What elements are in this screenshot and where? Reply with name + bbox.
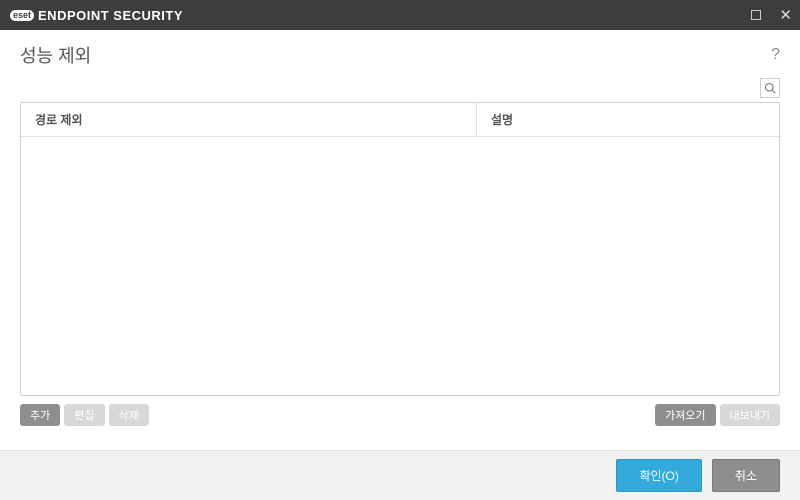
page-title: 성능 제외 <box>20 42 91 68</box>
app-title: ENDPOINT SECURITY <box>38 8 183 23</box>
action-row: 추가 편집 삭제 가져오기 내보내기 <box>20 404 780 426</box>
ok-button[interactable]: 확인(O) <box>616 459 701 492</box>
content: 경로 제외 설명 추가 편집 삭제 가져오기 내보내기 <box>0 74 800 426</box>
action-right: 가져오기 내보내기 <box>655 404 780 426</box>
search-icon <box>764 82 776 94</box>
column-path[interactable]: 경로 제외 <box>21 103 477 136</box>
action-left: 추가 편집 삭제 <box>20 404 149 426</box>
export-button: 내보내기 <box>720 404 780 426</box>
brand-badge: eset <box>10 10 34 21</box>
footer: 확인(O) 취소 <box>0 450 800 500</box>
table-body[interactable] <box>21 137 779 395</box>
add-button[interactable]: 추가 <box>20 404 60 426</box>
close-icon[interactable]: ✕ <box>779 6 792 24</box>
exclusions-table: 경로 제외 설명 <box>20 102 780 396</box>
window-controls: ✕ <box>751 6 792 24</box>
edit-button: 편집 <box>64 404 104 426</box>
brand-logo: eset ENDPOINT SECURITY <box>10 8 183 23</box>
search-row <box>20 78 780 98</box>
subheader: 성능 제외 ? <box>0 30 800 74</box>
titlebar-left: eset ENDPOINT SECURITY <box>10 8 183 23</box>
import-button[interactable]: 가져오기 <box>655 404 715 426</box>
column-description[interactable]: 설명 <box>477 103 779 136</box>
cancel-button[interactable]: 취소 <box>712 459 780 492</box>
maximize-icon[interactable] <box>751 10 761 20</box>
delete-button: 삭제 <box>109 404 149 426</box>
help-icon[interactable]: ? <box>771 46 780 64</box>
table-header: 경로 제외 설명 <box>21 103 779 137</box>
search-button[interactable] <box>760 78 780 98</box>
titlebar: eset ENDPOINT SECURITY ✕ <box>0 0 800 30</box>
